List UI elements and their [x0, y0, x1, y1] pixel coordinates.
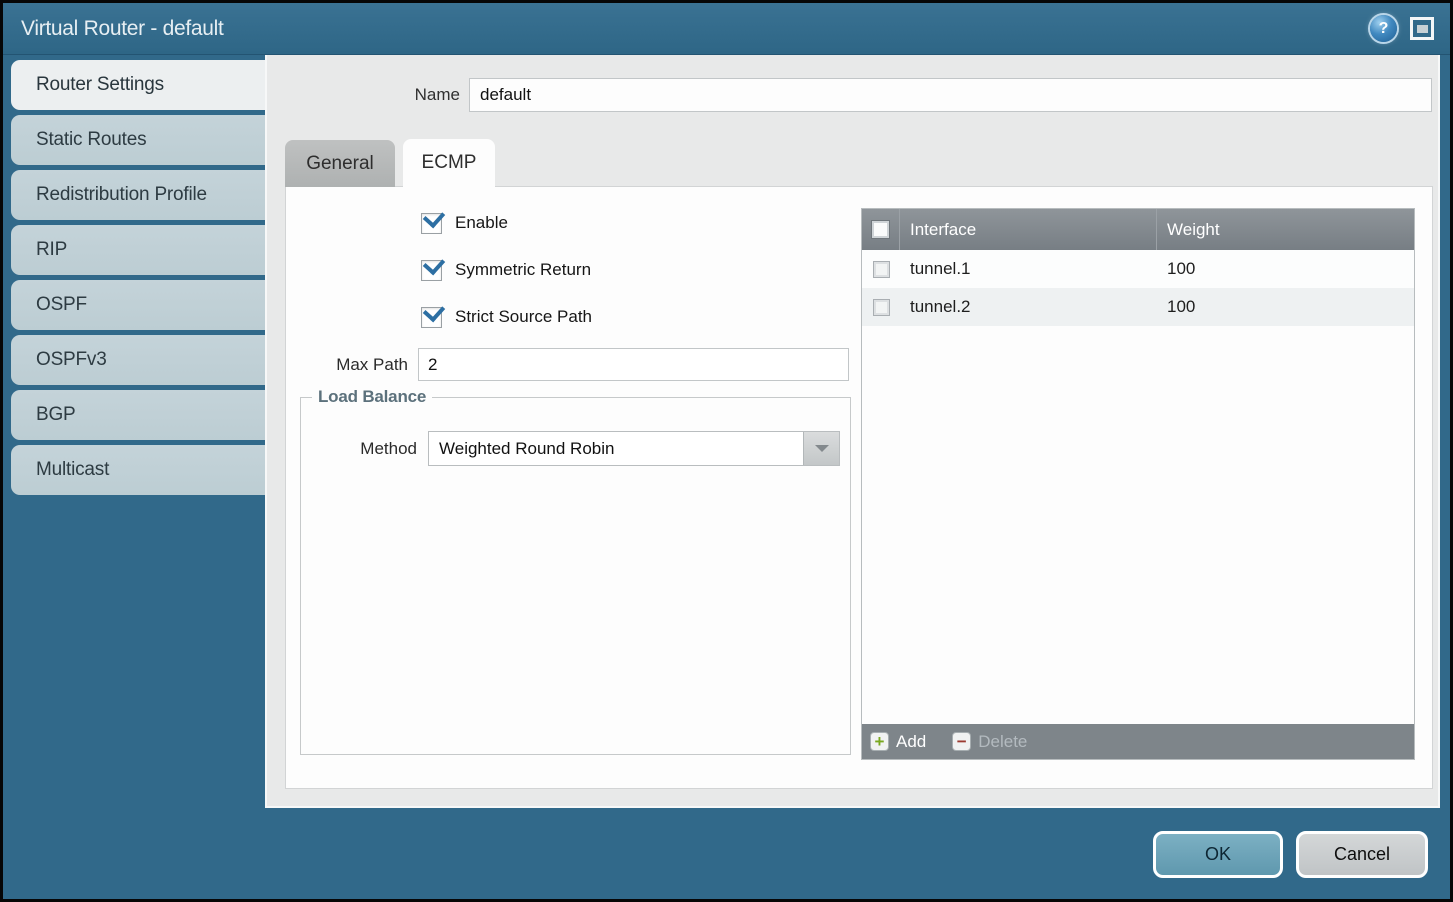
method-value: Weighted Round Robin — [429, 432, 803, 465]
method-row: Method Weighted Round Robin — [301, 431, 850, 466]
method-dropdown[interactable]: Weighted Round Robin — [428, 431, 840, 466]
sidebar-item-ospfv3[interactable]: OSPFv3 — [11, 335, 269, 385]
window-restore-icon[interactable] — [1410, 17, 1434, 40]
tab-ecmp[interactable]: ECMP — [403, 139, 495, 187]
delete-label: Delete — [978, 732, 1027, 752]
row-checkbox[interactable] — [873, 299, 890, 316]
select-all-checkbox[interactable] — [871, 220, 890, 239]
symmetric-return-label: Symmetric Return — [455, 260, 591, 280]
ecmp-tab-panel: Enable Symmetric Return Strict Source Pa… — [285, 186, 1433, 789]
header-checkbox-cell — [862, 209, 900, 250]
column-weight: Weight — [1157, 209, 1414, 250]
sidebar-item-multicast[interactable]: Multicast — [11, 445, 269, 495]
table-row[interactable]: tunnel.2 100 — [862, 288, 1414, 326]
interface-cell: tunnel.1 — [900, 250, 1157, 288]
help-icon[interactable]: ? — [1370, 15, 1397, 42]
sidebar-item-rip[interactable]: RIP — [11, 225, 269, 275]
max-path-label: Max Path — [286, 348, 408, 381]
sidebar: Router Settings Static Routes Redistribu… — [11, 60, 269, 500]
cancel-button[interactable]: Cancel — [1296, 831, 1428, 878]
plus-icon: + — [870, 732, 889, 751]
add-button[interactable]: + Add — [870, 732, 926, 752]
ok-button[interactable]: OK — [1153, 831, 1283, 878]
weight-cell: 100 — [1157, 288, 1414, 326]
interface-table: Interface Weight tunnel.1 100 tunnel.2 1… — [861, 208, 1415, 760]
column-interface: Interface — [900, 209, 1157, 250]
checkbox-icon[interactable] — [421, 260, 442, 281]
max-path-input[interactable] — [418, 348, 849, 381]
tab-general[interactable]: General — [285, 140, 395, 187]
symmetric-return-checkbox[interactable]: Symmetric Return — [421, 258, 591, 282]
delete-button[interactable]: − Delete — [952, 732, 1027, 752]
sidebar-item-static-routes[interactable]: Static Routes — [11, 115, 269, 165]
table-footer: + Add − Delete — [862, 724, 1414, 759]
row-checkbox-cell — [862, 288, 900, 326]
chevron-down-icon[interactable] — [803, 432, 839, 465]
strict-source-path-checkbox[interactable]: Strict Source Path — [421, 305, 592, 329]
name-label: Name — [267, 78, 460, 112]
checkbox-icon[interactable] — [421, 213, 442, 234]
method-label: Method — [301, 431, 417, 466]
table-row[interactable]: tunnel.1 100 — [862, 250, 1414, 288]
table-empty-area — [862, 326, 1414, 724]
tab-bar: General ECMP — [285, 139, 495, 187]
virtual-router-dialog: Virtual Router - default ? Router Settin… — [0, 0, 1453, 902]
content-panel: Name General ECMP Enable Symmetric Retur… — [265, 55, 1440, 808]
strict-source-path-label: Strict Source Path — [455, 307, 592, 327]
enable-checkbox[interactable]: Enable — [421, 211, 508, 235]
name-input[interactable] — [469, 78, 1432, 112]
dialog-title: Virtual Router - default — [21, 17, 224, 41]
table-header: Interface Weight — [862, 209, 1414, 250]
checkbox-icon[interactable] — [421, 307, 442, 328]
titlebar-icons: ? — [1370, 15, 1434, 42]
interface-cell: tunnel.2 — [900, 288, 1157, 326]
sidebar-item-router-settings[interactable]: Router Settings — [11, 60, 269, 110]
enable-label: Enable — [455, 213, 508, 233]
row-checkbox-cell — [862, 250, 900, 288]
load-balance-legend: Load Balance — [312, 387, 432, 407]
title-bar: Virtual Router - default ? — [3, 3, 1450, 55]
sidebar-item-ospf[interactable]: OSPF — [11, 280, 269, 330]
minus-icon: − — [952, 732, 971, 751]
sidebar-item-redistribution-profile[interactable]: Redistribution Profile — [11, 170, 269, 220]
name-row: Name — [267, 78, 1432, 112]
sidebar-item-bgp[interactable]: BGP — [11, 390, 269, 440]
load-balance-group: Load Balance Method Weighted Round Robin — [300, 387, 851, 755]
weight-cell: 100 — [1157, 250, 1414, 288]
row-checkbox[interactable] — [873, 261, 890, 278]
add-label: Add — [896, 732, 926, 752]
